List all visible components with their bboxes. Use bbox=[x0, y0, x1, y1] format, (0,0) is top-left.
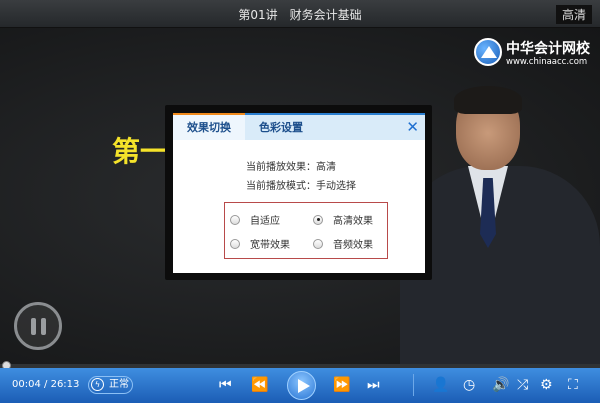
logo-name: 中华会计网校 bbox=[506, 41, 590, 57]
dialog-tabs: 效果切换 色彩设置 ✕ bbox=[173, 113, 425, 140]
lightning-icon: ϟ bbox=[91, 378, 104, 391]
shuffle-icon[interactable]: ⤮ bbox=[517, 377, 528, 393]
user-icon[interactable]: 👤 bbox=[432, 377, 449, 393]
fast-forward-icon[interactable]: ⏩ bbox=[333, 377, 350, 393]
fullscreen-icon[interactable]: ⛶ bbox=[568, 377, 578, 393]
logo-icon bbox=[474, 38, 502, 66]
logo: 中华会计网校 www.chinaacc.com bbox=[474, 38, 594, 70]
pause-overlay-button[interactable] bbox=[14, 302, 62, 350]
previous-icon[interactable]: ⏮ bbox=[219, 377, 232, 393]
radio-hd[interactable] bbox=[313, 214, 323, 225]
current-mode: 当前播放模式：手动选择 bbox=[246, 181, 356, 192]
radio-adaptive[interactable] bbox=[230, 214, 240, 225]
radio-audio[interactable] bbox=[313, 238, 323, 249]
volume-icon[interactable]: 🔊 bbox=[492, 377, 509, 393]
title-bar: 第01讲 财务会计基础 高清 bbox=[0, 0, 600, 28]
slide-text: 第一 bbox=[112, 135, 169, 168]
option-adaptive[interactable]: 自适应 bbox=[230, 212, 280, 227]
radio-broadband[interactable] bbox=[230, 238, 240, 249]
option-broadband[interactable]: 宽带效果 bbox=[230, 236, 290, 251]
effect-dialog: 效果切换 色彩设置 ✕ 当前播放效果：高清 当前播放模式：手动选择 自适应 高清… bbox=[173, 113, 425, 273]
tab-color-settings[interactable]: 色彩设置 bbox=[245, 115, 317, 140]
play-button[interactable] bbox=[287, 371, 316, 400]
gear-icon[interactable]: ⚙ bbox=[540, 377, 553, 393]
video-title: 第01讲 财务会计基础 bbox=[238, 8, 362, 22]
clock-icon[interactable]: ◷ bbox=[463, 377, 475, 393]
options-box: 自适应 高清效果 宽带效果 音频效果 bbox=[224, 202, 388, 259]
control-bar: 00:04 / 26:13 ϟ 正常 ⏮ ⏪ ⏩ ⏭ 👤 ◷ 🔊 ⤮ ⚙ ⛶ bbox=[0, 368, 600, 403]
option-hd[interactable]: 高清效果 bbox=[313, 212, 373, 227]
current-effect: 当前播放效果：高清 bbox=[246, 162, 336, 173]
close-icon[interactable]: ✕ bbox=[406, 118, 419, 136]
time-display: 00:04 / 26:13 bbox=[12, 379, 80, 390]
option-audio[interactable]: 音频效果 bbox=[313, 236, 373, 251]
rewind-icon[interactable]: ⏪ bbox=[251, 377, 268, 393]
next-icon[interactable]: ⏭ bbox=[367, 377, 380, 393]
logo-url: www.chinaacc.com bbox=[506, 57, 588, 67]
tab-effect-switch[interactable]: 效果切换 bbox=[173, 113, 245, 140]
speed-button[interactable]: ϟ 正常 bbox=[88, 376, 133, 394]
divider bbox=[413, 374, 414, 396]
quality-button[interactable]: 高清 bbox=[555, 5, 592, 24]
